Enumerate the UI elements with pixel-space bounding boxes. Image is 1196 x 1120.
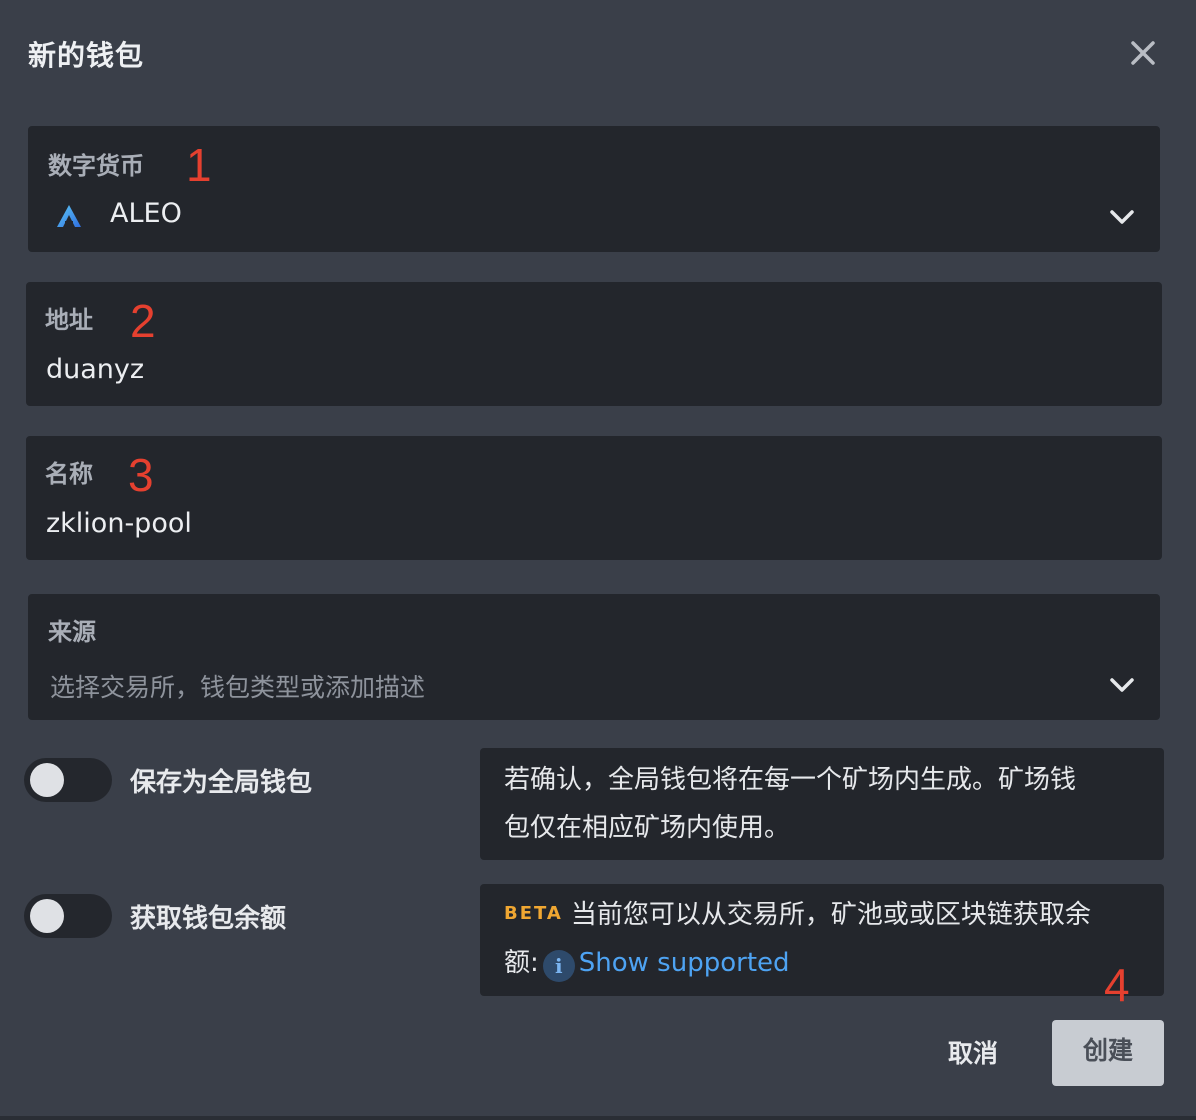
annotation-marker-4: 4	[1104, 959, 1130, 1011]
source-placeholder: 选择交易所，钱包类型或添加描述	[50, 673, 426, 702]
annotation-marker-3: 3	[128, 449, 154, 501]
fetch-balance-info-line2: 额: i Show supported	[504, 939, 1164, 987]
global-wallet-toggle[interactable]	[24, 758, 112, 802]
show-supported-link[interactable]: Show supported	[579, 948, 790, 978]
address-field[interactable]: 地址 2 duanyz	[26, 282, 1162, 406]
name-field[interactable]: 名称 3 zklion-pool	[26, 436, 1162, 560]
fetch-balance-info-line1: BETA 当前您可以从交易所，矿池或或区块链获取余	[504, 890, 1164, 939]
dialog-title: 新的钱包	[28, 39, 145, 72]
currency-value: ALEO	[110, 198, 182, 229]
fetch-balance-info-text: 当前您可以从交易所，矿池或或区块链获取余	[570, 900, 1091, 930]
fetch-balance-info-prefix: 额:	[504, 948, 539, 978]
annotation-marker-2: 2	[130, 295, 156, 347]
global-wallet-info: 若确认，全局钱包将在每一个矿场内生成。矿场钱 包仅在相应矿场内使用。	[480, 748, 1164, 860]
toggle-knob	[30, 763, 64, 797]
global-wallet-info-line2: 包仅在相应矿场内使用。	[504, 813, 791, 843]
address-value: duanyz	[46, 354, 145, 385]
currency-select[interactable]: 数字货币 1 ALEO	[28, 126, 1160, 252]
close-icon[interactable]	[1126, 36, 1160, 70]
source-label: 来源	[48, 618, 96, 646]
global-wallet-info-line1: 若确认，全局钱包将在每一个矿场内生成。矿场钱	[504, 765, 1077, 795]
beta-badge: BETA	[504, 903, 563, 924]
chevron-down-icon[interactable]	[1108, 208, 1136, 226]
info-icon[interactable]: i	[542, 950, 575, 982]
address-label: 地址	[45, 306, 93, 334]
new-wallet-dialog: 新的钱包 数字货币 1 ALEO 地址 2 duanyz 名称 3 zklion…	[0, 0, 1196, 1120]
name-label: 名称	[45, 460, 93, 488]
chevron-down-icon[interactable]	[1108, 676, 1136, 694]
annotation-marker-1: 1	[186, 139, 212, 191]
cancel-button[interactable]: 取消	[936, 1034, 1010, 1074]
source-select[interactable]: 来源 选择交易所，钱包类型或添加描述	[28, 594, 1160, 720]
fetch-balance-toggle[interactable]	[24, 894, 112, 938]
global-wallet-label: 保存为全局钱包	[130, 768, 313, 798]
fetch-balance-label: 获取钱包余额	[130, 904, 287, 934]
currency-label: 数字货币	[48, 152, 144, 180]
fetch-balance-info: BETA 当前您可以从交易所，矿池或或区块链获取余 额: i Show support…	[480, 884, 1164, 996]
name-value: zklion-pool	[46, 508, 192, 539]
create-button[interactable]: 创建	[1052, 1020, 1164, 1086]
aleo-logo-icon	[56, 204, 82, 228]
toggle-knob	[30, 899, 64, 933]
